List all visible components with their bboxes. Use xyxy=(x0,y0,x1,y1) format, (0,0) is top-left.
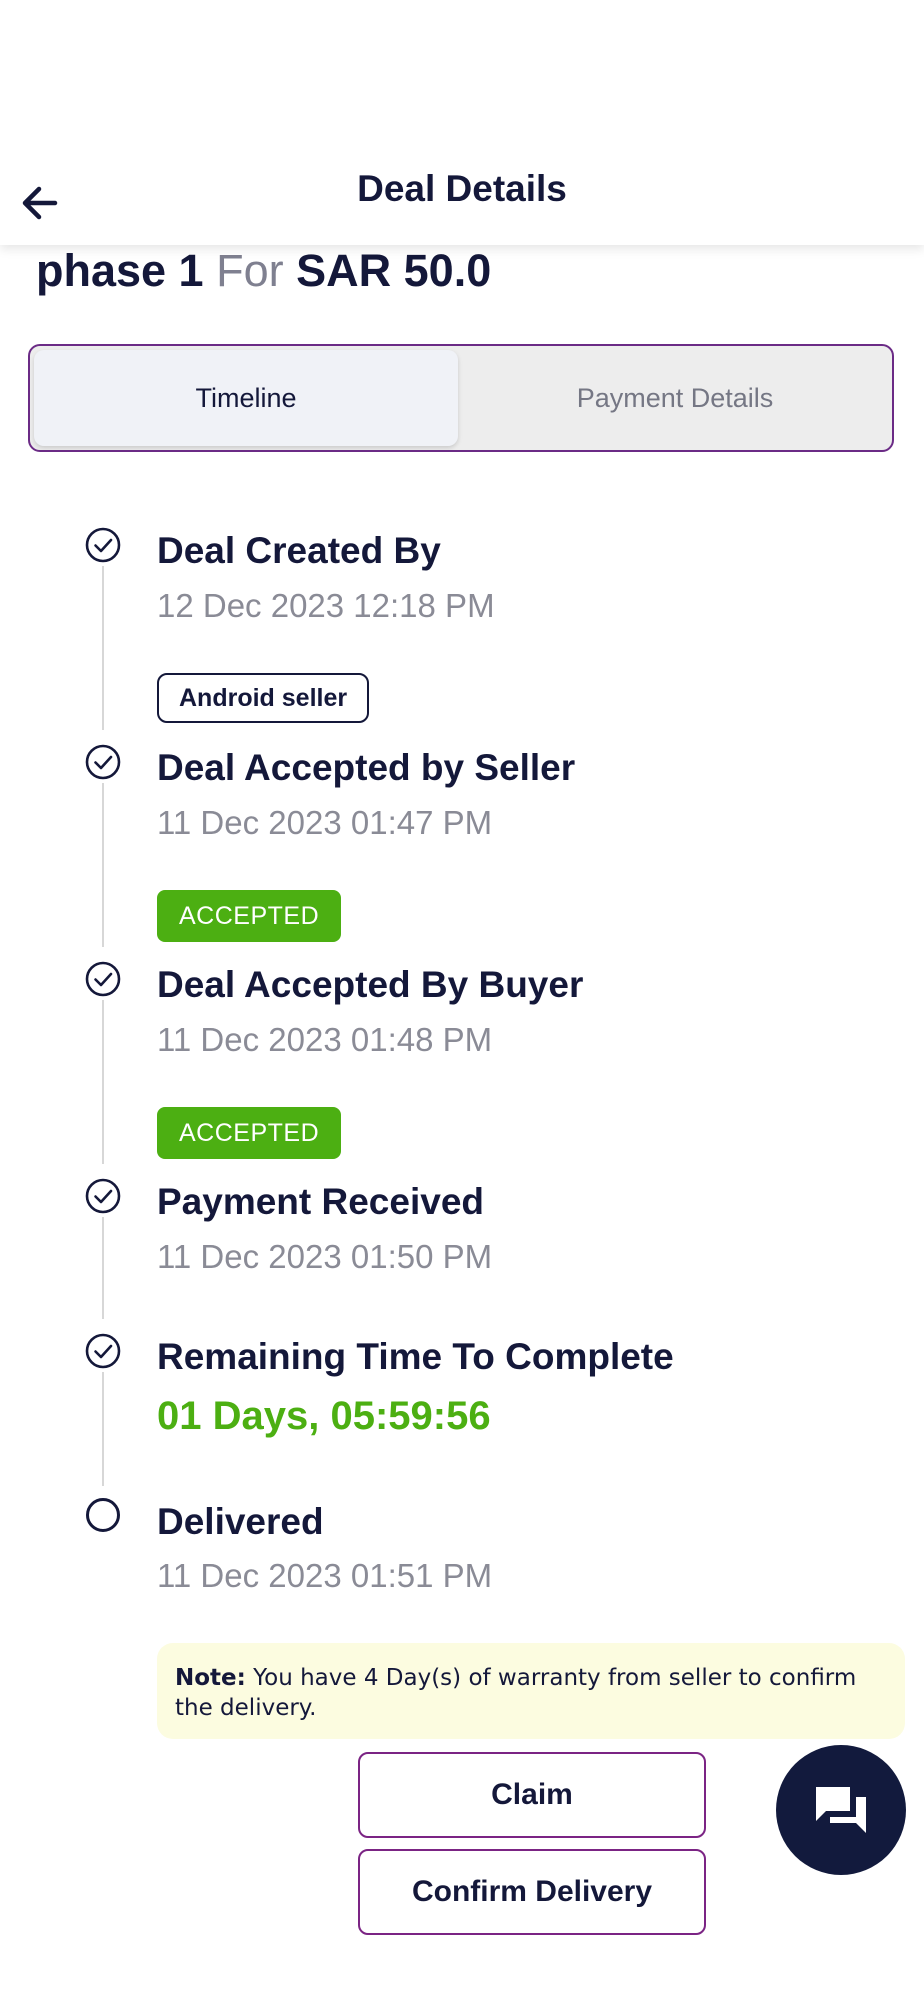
deal-heading: phase 1 For SAR 50.0 xyxy=(36,245,491,297)
tab-bar: Timeline Payment Details xyxy=(28,344,894,452)
step-title: Deal Accepted By Buyer xyxy=(157,964,584,1005)
check-circle-icon xyxy=(85,527,121,563)
timeline-connector xyxy=(102,1217,104,1319)
step-title: Remaining Time To Complete xyxy=(157,1336,674,1377)
note-text: You have 4 Day(s) of warranty from selle… xyxy=(175,1665,857,1721)
chat-button[interactable] xyxy=(776,1745,906,1875)
empty-circle-icon xyxy=(86,1498,120,1532)
timeline-connector xyxy=(102,783,104,947)
deal-for-label: For xyxy=(216,245,284,296)
step-title: Deal Accepted by Seller xyxy=(157,747,576,788)
timeline-connector xyxy=(102,1000,104,1164)
step-time: 12 Dec 2023 12:18 PM xyxy=(157,587,495,624)
step-title: Deal Created By xyxy=(157,530,441,571)
note-label: Note: xyxy=(175,1665,246,1691)
deal-amount: SAR 50.0 xyxy=(296,245,492,296)
status-badge: ACCEPTED xyxy=(157,890,342,942)
remaining-time-countdown: 01 Days, 05:59:56 xyxy=(157,1394,491,1438)
chat-bubbles-icon xyxy=(816,1787,866,1833)
app-header: Deal Details xyxy=(0,0,924,245)
step-title: Delivered xyxy=(157,1501,324,1542)
warranty-note: Note: You have 4 Day(s) of warranty from… xyxy=(157,1643,905,1739)
check-circle-icon xyxy=(85,1178,121,1214)
step-time: 11 Dec 2023 01:48 PM xyxy=(157,1021,493,1058)
step-title: Payment Received xyxy=(157,1181,485,1222)
tab-payment-details[interactable]: Payment Details xyxy=(462,350,888,446)
deal-phase: phase 1 xyxy=(36,245,204,296)
confirm-delivery-button[interactable]: Confirm Delivery xyxy=(358,1849,706,1935)
status-badge: ACCEPTED xyxy=(157,1107,342,1159)
check-circle-icon xyxy=(85,961,121,997)
check-circle-icon xyxy=(85,744,121,780)
step-time: 11 Dec 2023 01:51 PM xyxy=(157,1557,493,1594)
timeline-connector xyxy=(102,1372,104,1486)
step-time: 11 Dec 2023 01:50 PM xyxy=(157,1238,493,1275)
creator-badge: Android seller xyxy=(157,673,370,723)
check-circle-icon xyxy=(85,1333,121,1369)
step-time: 11 Dec 2023 01:47 PM xyxy=(157,804,493,841)
claim-button[interactable]: Claim xyxy=(358,1752,706,1838)
page-title: Deal Details xyxy=(357,168,567,209)
timeline-connector xyxy=(102,566,104,730)
tab-timeline[interactable]: Timeline xyxy=(34,350,458,446)
